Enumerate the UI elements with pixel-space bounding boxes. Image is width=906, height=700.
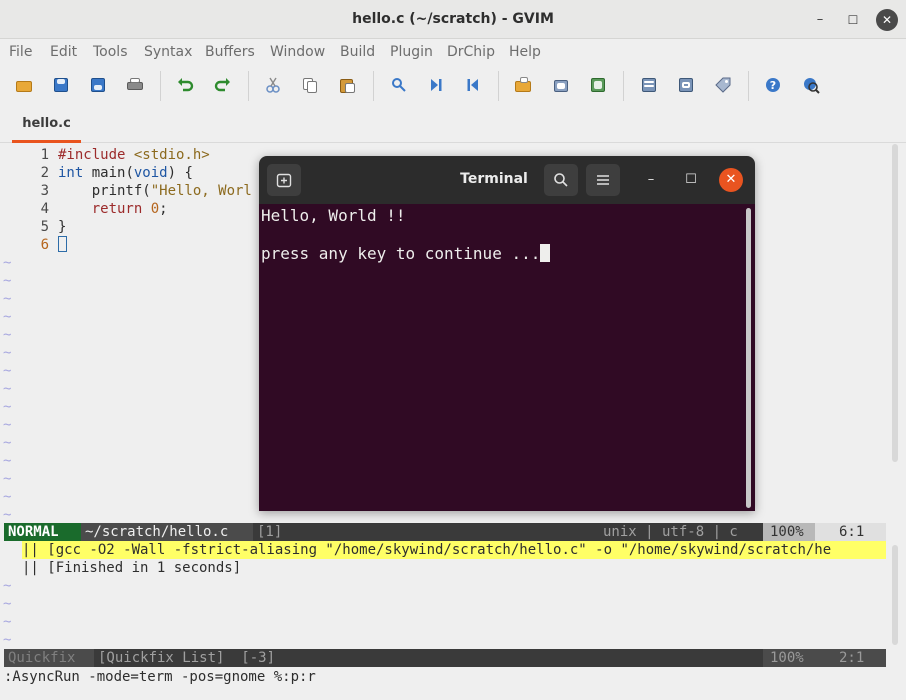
search-icon <box>554 173 568 187</box>
cursor-position: 6:1 <box>815 523 886 541</box>
quickfix-name: Quickfix <box>4 649 94 667</box>
quickfix-position: 2:1 <box>815 649 886 667</box>
build-tags-icon[interactable] <box>677 76 695 94</box>
buffer-number: [1] <box>253 523 603 541</box>
terminal-header: Terminal – ☐ ✕ <box>259 156 755 204</box>
minimize-button[interactable]: – <box>809 9 831 31</box>
file-path: ~/scratch/hello.c <box>81 523 253 541</box>
window-title: hello.c (~/scratch) - GVIM <box>352 11 554 27</box>
open-icon[interactable] <box>15 76 33 94</box>
status-line: NORMAL ~/scratch/hello.c [1] unix | utf-… <box>4 523 886 541</box>
code-line: 2 int main(void) { <box>40 165 193 181</box>
menu-drchip[interactable]: DrChip <box>447 44 495 60</box>
terminal-minimize-button[interactable]: – <box>639 168 663 192</box>
print-icon[interactable] <box>126 76 144 94</box>
make-icon[interactable] <box>640 76 658 94</box>
help-icon[interactable]: ? <box>764 76 782 94</box>
file-info: unix | utf-8 | c <box>603 523 763 541</box>
text-cursor <box>58 235 67 252</box>
title-bar: hello.c (~/scratch) - GVIM – ☐ ✕ <box>0 0 906 39</box>
quickfix-scrollbar[interactable] <box>892 545 898 645</box>
quickfix-window[interactable]: || [gcc -O2 -Wall -fstrict-aliasing "/ho… <box>0 541 892 649</box>
menu-plugin[interactable]: Plugin <box>390 44 433 60</box>
terminal-output[interactable]: Hello, World !! press any key to continu… <box>259 204 755 511</box>
menu-edit[interactable]: Edit <box>50 44 77 60</box>
menu-bar: File Edit Tools Syntax Buffers Window Bu… <box>0 39 906 65</box>
cut-icon[interactable] <box>264 76 282 94</box>
find-help-icon[interactable] <box>802 76 820 94</box>
terminal-line: press any key to continue ... <box>261 244 551 264</box>
quickfix-line[interactable]: || [gcc -O2 -Wall -fstrict-aliasing "/ho… <box>22 541 886 559</box>
terminal-menu-button[interactable] <box>586 164 620 196</box>
terminal-maximize-button[interactable]: ☐ <box>679 168 703 192</box>
terminal-close-button[interactable]: ✕ <box>719 168 743 192</box>
find-replace-icon[interactable] <box>390 76 408 94</box>
command-line[interactable]: :AsyncRun -mode=term -pos=gnome %:p:r <box>4 668 884 686</box>
quickfix-list-label: [Quickfix List] [-3] <box>98 650 276 666</box>
editor-scrollbar[interactable] <box>892 144 898 462</box>
terminal-window[interactable]: Terminal – ☐ ✕ Hello, World !! press any… <box>259 156 755 511</box>
paste-icon[interactable] <box>338 76 356 94</box>
find-next-icon[interactable] <box>427 76 445 94</box>
terminal-scrollbar[interactable] <box>746 208 751 508</box>
code-line: 1 #include <stdio.h> <box>40 147 210 163</box>
menu-build[interactable]: Build <box>340 44 375 60</box>
terminal-line: Hello, World !! <box>261 206 406 225</box>
copy-icon[interactable] <box>301 76 319 94</box>
redo-icon[interactable] <box>214 76 232 94</box>
maximize-button[interactable]: ☐ <box>842 9 864 31</box>
save-all-icon[interactable] <box>89 76 107 94</box>
find-prev-icon[interactable] <box>464 76 482 94</box>
code-line: 4 return 0; <box>40 201 168 217</box>
save-session-icon[interactable] <box>552 76 570 94</box>
save-icon[interactable] <box>52 76 70 94</box>
menu-tools[interactable]: Tools <box>93 44 128 60</box>
quickfix-status-line: Quickfix [Quickfix List] [-3] 100% 2:1 <box>4 649 886 667</box>
undo-icon[interactable] <box>176 76 194 94</box>
hamburger-menu-icon <box>597 175 609 185</box>
quickfix-line[interactable]: || [Finished in 1 seconds] <box>22 559 241 577</box>
menu-file[interactable]: File <box>9 44 32 60</box>
mode-indicator: NORMAL <box>4 523 81 541</box>
tab-label: hello.c <box>22 116 71 131</box>
tab-hello-c[interactable]: hello.c <box>12 107 81 143</box>
terminal-cursor <box>540 244 551 262</box>
tab-bar: hello.c <box>0 107 906 143</box>
menu-window[interactable]: Window <box>270 44 325 60</box>
code-line: 3 printf("Hello, Worl <box>40 183 252 199</box>
menu-syntax[interactable]: Syntax <box>144 44 192 60</box>
tag-icon[interactable] <box>714 76 732 94</box>
code-line-current: 6 <box>0 235 67 254</box>
menu-buffers[interactable]: Buffers <box>205 44 255 60</box>
terminal-search-button[interactable] <box>544 164 578 196</box>
quickfix-percent: 100% <box>763 649 815 667</box>
code-line: 5} <box>40 219 67 235</box>
menu-help[interactable]: Help <box>509 44 541 60</box>
load-session-icon[interactable] <box>514 76 532 94</box>
svg-text:?: ? <box>770 79 776 92</box>
toolbar: ? <box>0 65 906 107</box>
run-script-icon[interactable] <box>589 76 607 94</box>
close-button[interactable]: ✕ <box>876 9 898 31</box>
scroll-percent: 100% <box>763 523 815 541</box>
